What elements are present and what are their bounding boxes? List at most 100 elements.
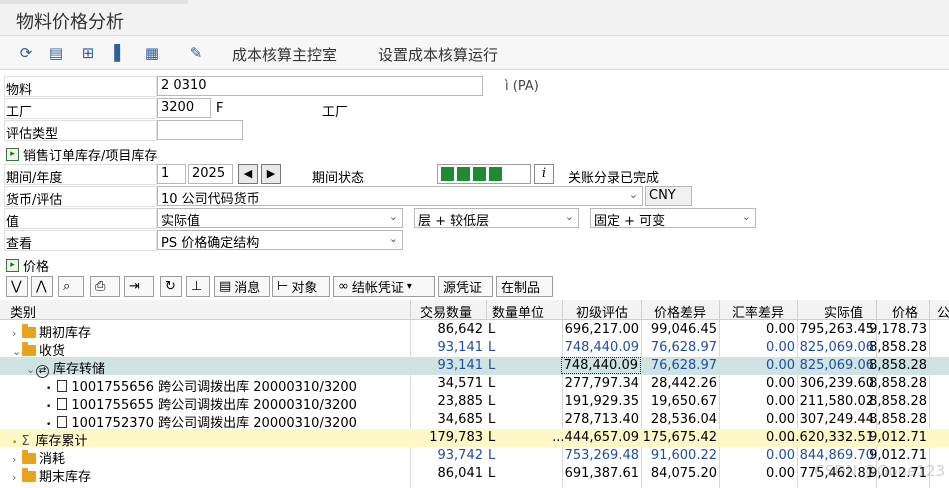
grid-header: 类别 交易数量 数量单位 初级评估 价格差异 汇率差异 实际值 价格 公 <box>0 300 949 321</box>
col-header-more[interactable]: 公 <box>937 302 949 321</box>
messages-button-label: 消息 <box>234 281 261 296</box>
settings-hand-icon[interactable]: ✎ <box>186 44 206 62</box>
valuation-type-input[interactable] <box>157 120 243 140</box>
row-actual: 795,263.45 <box>799 322 874 337</box>
source-doc-button[interactable]: 源凭证 <box>438 276 493 297</box>
col-header-fx-diff[interactable]: 汇率差异 <box>732 302 784 321</box>
expand-all-icon[interactable]: ⋀ <box>31 276 53 297</box>
row-actual: 825,069.06 <box>799 340 874 355</box>
table-row[interactable]: › 期末库存 86,041 L 691,387.61 84,075.20 0.00… <box>0 465 949 485</box>
col-header-actual[interactable]: 实际值 <box>824 302 863 321</box>
row-price: 9,012.71 <box>869 430 927 445</box>
table-row[interactable]: • 1001755656 跨公司调拨出库 20000310/3200 34,571… <box>0 375 949 395</box>
table-row[interactable]: • 1001752370 跨公司调拨出库 20000310/3200 34,685… <box>0 411 949 431</box>
col-header-unit[interactable]: 数量单位 <box>492 302 544 321</box>
settlement-doc-label: 结帐凭证 <box>351 281 404 296</box>
table-row-total[interactable]: • Σ 库存累计 179,783 L ...444,657.09 175,675.4… <box>0 429 949 449</box>
panel-icon[interactable]: ▌ <box>110 44 130 62</box>
row-primary: ...444,657.09 <box>552 430 639 445</box>
table-icon[interactable]: ▦ <box>142 44 162 62</box>
table-row-selected[interactable]: ⌄ ⇄ 库存转储 93,141 L 748,440.09 76,628.97 0.0… <box>0 357 949 378</box>
row-fx-diff: 0.00 <box>766 322 795 337</box>
row-price: 9,012.71 <box>869 448 927 463</box>
layer-select[interactable]: 层 + 较低层 ⌄ <box>414 208 579 228</box>
row-fx-diff: 0.00 <box>766 412 795 427</box>
wip-label: 在制品 <box>501 281 541 296</box>
status-light <box>441 167 454 181</box>
costing-run-link[interactable]: 设置成本核算运行 <box>378 44 498 65</box>
view-select[interactable]: PS 价格确定结构 ⌄ <box>157 230 403 250</box>
wip-button[interactable]: 在制品 <box>496 276 553 297</box>
year-input[interactable]: 2025 <box>188 164 233 184</box>
row-qty: 34,571 <box>437 376 484 391</box>
col-header-primary[interactable]: 初级评估 <box>576 302 628 321</box>
chevron-right-icon: › <box>12 471 17 484</box>
next-period-button[interactable]: ▶ <box>261 164 281 184</box>
objects-button[interactable]: ⊢ 对象 <box>272 276 330 297</box>
price-section-label: 价格 <box>23 260 50 275</box>
row-primary[interactable]: 748,440.09 <box>560 357 641 374</box>
row-qty: 86,041 <box>437 466 484 481</box>
status-light <box>489 167 502 181</box>
structure-icon[interactable]: ⊥ <box>186 276 210 297</box>
table-row[interactable]: ⌄ 收货 93,141 L 748,440.09 76,628.97 0.00 8… <box>0 339 949 359</box>
row-primary: 691,387.61 <box>564 466 639 481</box>
find-icon[interactable]: ⌕ <box>58 276 84 297</box>
hierarchy-icon[interactable]: ⊞ <box>78 44 98 62</box>
col-header-qty[interactable]: 交易数量 <box>420 302 472 321</box>
row-actual: 306,239.60 <box>799 376 874 391</box>
prev-period-button[interactable]: ◀ <box>238 164 258 184</box>
col-header-category[interactable]: 类别 <box>10 302 36 321</box>
col-header-price[interactable]: 价格 <box>892 302 918 321</box>
material-desc: ì (PA) <box>505 79 539 94</box>
price-section[interactable]: ▸ 价格 <box>6 256 49 275</box>
plant-label: 工厂 <box>6 105 33 120</box>
row-price-diff: 28,442.26 <box>650 376 717 391</box>
fixed-variable-select[interactable]: 固定 + 可变 ⌄ <box>590 208 756 228</box>
source-doc-label: 源凭证 <box>443 281 483 296</box>
export-icon[interactable]: ⇥ <box>124 276 154 297</box>
chevron-down-icon: ⌄ <box>564 210 574 223</box>
refresh-icon[interactable]: ⟳ <box>16 44 36 62</box>
folder-icon <box>22 324 36 338</box>
currency-label: 货币/评估 <box>6 193 63 208</box>
period-input[interactable]: 1 <box>157 164 186 184</box>
so-stock-section[interactable]: ▸ 销售订单库存/项目库存 <box>6 145 157 164</box>
table-row[interactable]: • 1001755655 跨公司调拨出库 20000310/3200 23,885… <box>0 393 949 413</box>
layout-icon[interactable]: ▤ <box>46 44 66 62</box>
folder-icon <box>22 468 36 482</box>
row-unit: L <box>488 376 496 391</box>
col-header-price-diff[interactable]: 价格差异 <box>654 302 706 321</box>
currency-select[interactable]: 10 公司代码货币 ⌄ <box>157 186 643 206</box>
material-input[interactable]: 2 0310 <box>157 76 483 96</box>
settlement-doc-button[interactable]: ∞ 结帐凭证 ▾ <box>333 276 435 297</box>
objects-icon: ⊢ <box>277 279 289 294</box>
row-primary: 278,713.40 <box>564 412 639 427</box>
row-unit: L <box>488 394 496 409</box>
print-icon[interactable]: ⎙ <box>90 276 120 297</box>
row-price-diff: 91,600.22 <box>650 448 717 463</box>
row-actual: 825,069.06 <box>799 358 874 373</box>
refresh-grid-icon[interactable]: ↻ <box>160 276 182 297</box>
costing-cockpit-link[interactable]: 成本核算主控室 <box>232 44 337 65</box>
row-actual: 844,869.70 <box>799 448 874 463</box>
row-actual: 307,249.44 <box>799 412 874 427</box>
row-price: 8,858.28 <box>869 394 927 409</box>
table-row[interactable]: › 期初库存 86,642 L 696,217.00 99,046.45 0.00… <box>0 321 949 341</box>
collapse-all-icon[interactable]: ⋁ <box>6 276 28 297</box>
row-fx-diff: 0.00 <box>766 466 795 481</box>
row-actual: 211,580.02 <box>799 394 874 409</box>
fixed-variable-select-value: 固定 + 可变 <box>594 214 666 228</box>
page-title: 物料价格分析 <box>16 12 124 33</box>
currency-select-value: 10 公司代码货币 <box>161 192 260 206</box>
row-price-diff: 76,628.97 <box>650 358 717 373</box>
row-category: 期末库存 <box>39 470 92 485</box>
document-icon <box>57 416 68 428</box>
table-row[interactable]: › 消耗 93,742 L 753,269.48 91,600.22 0.00 8… <box>0 447 949 467</box>
messages-button[interactable]: ▤ 消息 <box>214 276 270 297</box>
row-fx-diff: 0.00 <box>766 394 795 409</box>
plant-input[interactable]: 3200 <box>157 98 211 118</box>
value-select[interactable]: 实际值 ⌄ <box>157 208 403 228</box>
info-icon[interactable]: i <box>534 164 554 184</box>
so-stock-label: 销售订单库存/项目库存 <box>23 149 158 164</box>
